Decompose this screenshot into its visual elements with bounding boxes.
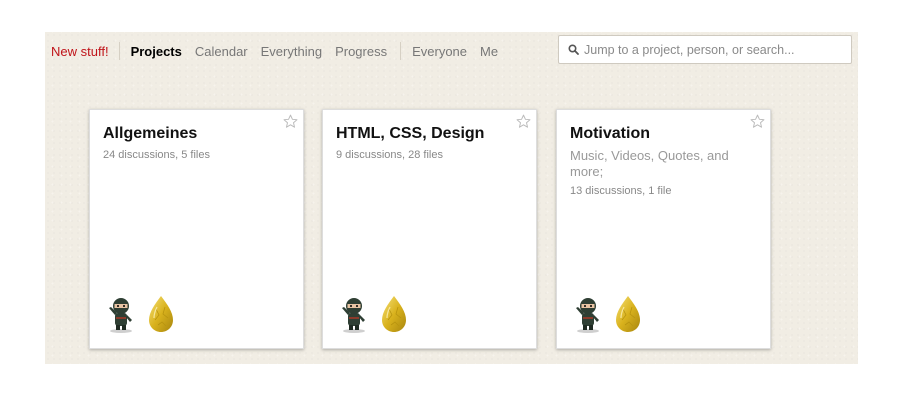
nav-calendar[interactable]: Calendar <box>195 44 248 59</box>
star-outline-icon[interactable] <box>516 114 531 129</box>
search-box[interactable] <box>558 35 852 64</box>
nav-progress[interactable]: Progress <box>335 44 387 59</box>
nav-everything[interactable]: Everything <box>261 44 322 59</box>
project-card-allgemeines[interactable]: Allgemeines 24 discussions, 5 files <box>89 109 304 349</box>
project-members <box>340 295 420 333</box>
project-title[interactable]: HTML, CSS, Design <box>336 125 484 143</box>
nav-everyone[interactable]: Everyone <box>412 44 467 59</box>
ninja-avatar[interactable] <box>340 295 368 333</box>
project-members <box>574 295 654 333</box>
project-meta: 24 discussions, 5 files <box>103 149 210 161</box>
gold-egg-avatar[interactable] <box>614 295 642 333</box>
search-icon <box>568 44 579 55</box>
ninja-avatar[interactable] <box>107 295 135 333</box>
star-outline-icon[interactable] <box>750 114 765 129</box>
project-title[interactable]: Motivation <box>570 125 650 143</box>
project-card-motivation[interactable]: Motivation Music, Videos, Quotes, and mo… <box>556 109 771 349</box>
star-outline-icon[interactable] <box>283 114 298 129</box>
project-card-html-css-design[interactable]: HTML, CSS, Design 9 discussions, 28 file… <box>322 109 537 349</box>
nav-divider <box>400 42 402 60</box>
gold-egg-avatar[interactable] <box>147 295 175 333</box>
project-meta: 13 discussions, 1 file <box>570 185 672 197</box>
project-members <box>107 295 187 333</box>
nav-me[interactable]: Me <box>480 44 498 59</box>
ninja-avatar[interactable] <box>574 295 602 333</box>
top-nav: New stuff! Projects Calendar Everything … <box>51 42 511 60</box>
project-description: Music, Videos, Quotes, and more; <box>570 148 729 179</box>
project-meta: 9 discussions, 28 files <box>336 149 443 161</box>
app-container: New stuff! Projects Calendar Everything … <box>45 32 858 364</box>
gold-egg-avatar[interactable] <box>380 295 408 333</box>
nav-divider <box>118 42 120 60</box>
nav-new-stuff[interactable]: New stuff! <box>51 44 109 59</box>
nav-projects[interactable]: Projects <box>131 44 182 59</box>
search-input[interactable] <box>584 42 851 57</box>
project-title[interactable]: Allgemeines <box>103 125 197 143</box>
